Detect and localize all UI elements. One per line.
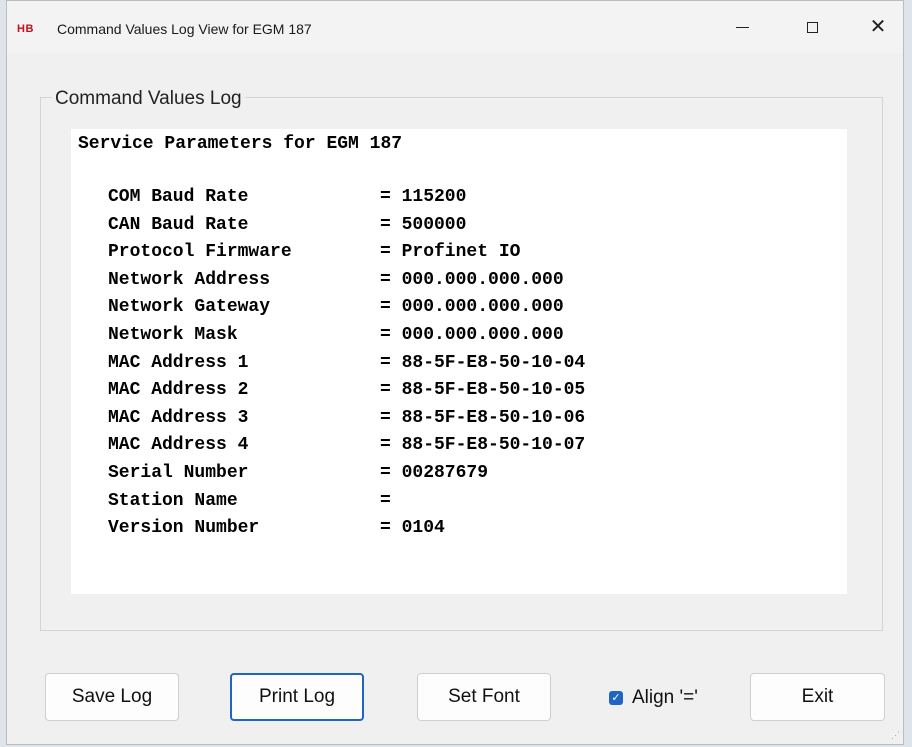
maximize-button[interactable] xyxy=(790,9,834,45)
log-param-value: = 88-5F-E8-50-10-04 xyxy=(380,352,586,373)
title-bar[interactable]: HB Command Values Log View for EGM 187 ✕ xyxy=(7,1,903,53)
close-icon: ✕ xyxy=(869,16,887,38)
print-log-button[interactable]: Print Log xyxy=(230,673,364,721)
log-param-name: Protocol Firmware xyxy=(108,242,292,263)
log-param-value: = 88-5F-E8-50-10-07 xyxy=(380,435,586,456)
log-param-name: Network Gateway xyxy=(108,297,271,318)
log-param-name: Serial Number xyxy=(108,463,249,483)
minimize-icon xyxy=(735,26,749,28)
log-param-value: = 88-5F-E8-50-10-06 xyxy=(380,407,586,428)
log-param-name: MAC Address 3 xyxy=(108,407,249,428)
align-checkbox[interactable]: ✓ Align '=' xyxy=(609,687,698,709)
log-param-value: = 000.000.000.000 xyxy=(380,297,564,318)
log-param-value: = 000.000.000.000 xyxy=(380,269,564,290)
log-param-name: CAN Baud Rate xyxy=(108,214,249,235)
resize-grip-icon: ⋰ xyxy=(891,730,900,740)
checkmark-icon: ✓ xyxy=(609,691,623,705)
log-param-name: Network Mask xyxy=(108,325,238,345)
log-param-value: = 000.000.000.000 xyxy=(380,325,564,345)
align-checkbox-label: Align '=' xyxy=(632,687,698,708)
log-text-area[interactable]: Service Parameters for EGM 187 COM Baud … xyxy=(71,129,847,594)
window-title: Command Values Log View for EGM 187 xyxy=(57,21,312,37)
save-log-button[interactable]: Save Log xyxy=(45,673,179,721)
log-param-value: = 00287679 xyxy=(380,463,489,483)
minimize-button[interactable] xyxy=(720,9,764,45)
exit-button[interactable]: Exit xyxy=(750,673,885,721)
app-logo-icon: HB xyxy=(17,23,34,35)
log-param-value: = 500000 xyxy=(380,214,467,235)
log-param-value: = 0104 xyxy=(380,518,445,539)
log-param-name: MAC Address 1 xyxy=(108,352,249,373)
command-values-log-window: HB Command Values Log View for EGM 187 ✕… xyxy=(6,0,904,745)
log-param-value: = Profinet IO xyxy=(380,242,521,263)
set-font-button[interactable]: Set Font xyxy=(417,673,551,721)
log-param-name: COM Baud Rate xyxy=(108,187,249,207)
log-param-name: MAC Address 4 xyxy=(108,435,249,456)
log-param-name: MAC Address 2 xyxy=(108,380,249,401)
log-param-value: = xyxy=(380,490,391,511)
close-button[interactable]: ✕ xyxy=(856,9,900,45)
maximize-icon xyxy=(806,21,818,33)
log-param-name: Station Name xyxy=(108,490,238,511)
log-param-value: = 88-5F-E8-50-10-05 xyxy=(380,380,586,401)
group-label: Command Values Log xyxy=(52,88,246,110)
log-param-name: Version Number xyxy=(108,518,260,539)
log-param-value: = 115200 xyxy=(380,187,467,207)
log-param-name: Network Address xyxy=(108,269,271,290)
log-header: Service Parameters for EGM 187 xyxy=(78,134,403,154)
